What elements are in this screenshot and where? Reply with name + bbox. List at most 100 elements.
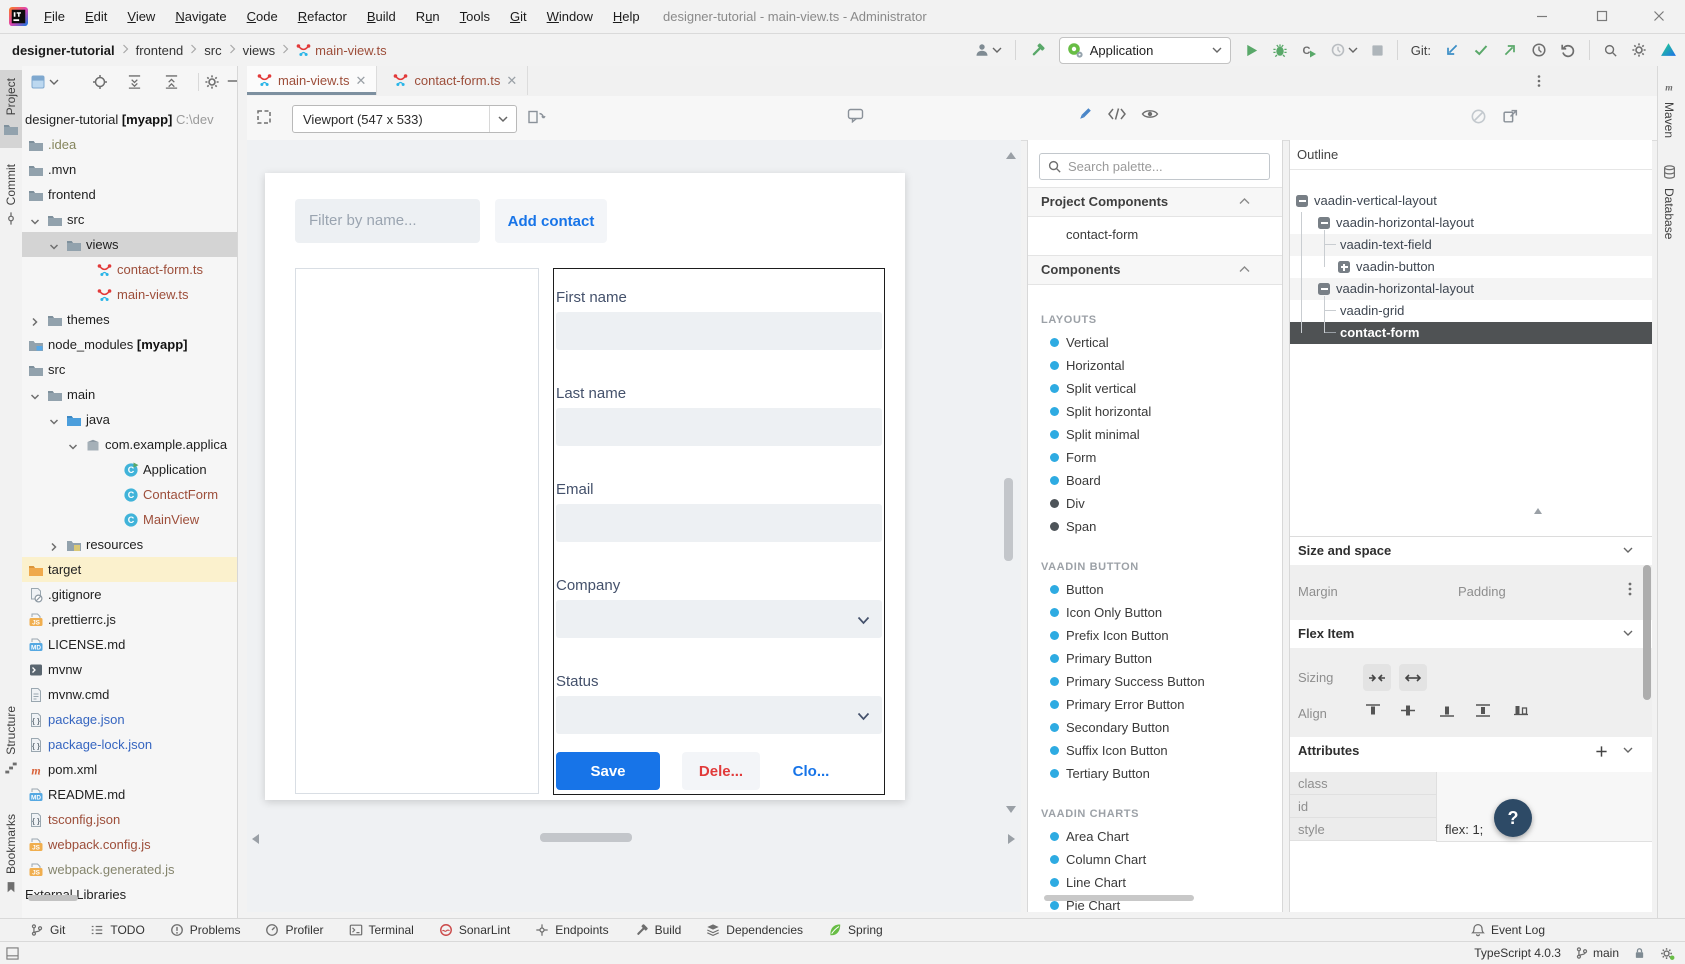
palette-item-board[interactable]: Board [1028,469,1282,492]
settings-gear-button[interactable] [1631,42,1647,58]
tool-window-button-endpoints[interactable]: Endpoints [535,923,608,937]
comment-bubble-icon[interactable] [847,107,864,123]
tree-item-java[interactable]: java [22,407,237,432]
outline-row-contact-form[interactable]: contact-form [1290,322,1652,344]
palette-item-horizontal[interactable]: Horizontal [1028,354,1282,377]
palette-item-div[interactable]: Div [1028,492,1282,515]
scroll-down-arrow[interactable] [1006,806,1016,813]
search-everywhere-button[interactable] [1603,43,1618,58]
attribute-name[interactable]: id [1290,795,1436,818]
tree-item-webpack.config.js[interactable]: JSwebpack.config.js [22,832,237,857]
outline-expand-icon[interactable] [1338,261,1350,273]
tool-window-button-sonarlint[interactable]: SonarLint [439,923,510,937]
attribute-value[interactable]: flex: 1; [1436,818,1652,842]
project-tree-hscrollbar[interactable] [28,895,78,901]
palette-item-span[interactable]: Span [1028,515,1282,538]
form-button-error[interactable]: Dele... [682,752,760,790]
palette-item-column-chart[interactable]: Column Chart [1028,848,1282,871]
scroll-left-arrow[interactable] [252,834,259,844]
field-input[interactable] [556,312,882,350]
breadcrumb-current-file[interactable]: main-view.ts [296,43,387,58]
tab-close-icon[interactable]: ✕ [356,73,367,89]
menu-edit[interactable]: Edit [75,0,117,33]
palette-item-suffix-icon-button[interactable]: Suffix Icon Button [1028,739,1282,762]
contact-form-selected[interactable]: First nameLast nameEmailCompanyStatus Sa… [553,268,885,795]
align-baseline-icon[interactable] [1512,703,1530,718]
outline-collapse-icon[interactable] [1318,283,1330,295]
tree-item-contact-form.ts[interactable]: contact-form.ts [22,257,237,282]
outline-row-vaadin-grid[interactable]: vaadin-grid [1290,300,1652,322]
tree-item-mvnw.cmd[interactable]: mvnw.cmd [22,682,237,707]
canvas-hscrollbar-thumb[interactable] [540,833,632,842]
section-size-and-space[interactable]: Size and space [1290,537,1652,565]
palette-item-form[interactable]: Form [1028,446,1282,469]
profiler-button[interactable] [1330,42,1358,58]
tool-window-button-event-log[interactable]: Event Log [1471,923,1545,937]
tab-close-icon[interactable]: ✕ [506,73,517,89]
user-profile-button[interactable] [974,42,1002,58]
typescript-version[interactable]: TypeScript 4.0.3 [1474,946,1561,960]
outline-collapse-icon[interactable] [1296,195,1308,207]
disabled-circle-icon[interactable] [1470,108,1487,125]
tree-item-views[interactable]: views [22,232,237,257]
breadcrumb-item[interactable]: src [204,43,221,58]
section-flex-item[interactable]: Flex Item [1290,620,1652,648]
rollback-button[interactable] [1560,42,1576,58]
attribute-value[interactable] [1436,772,1652,796]
align-stretch-icon[interactable] [1474,703,1492,718]
tree-item-ContactForm[interactable]: CContactForm [22,482,237,507]
attribute-name[interactable]: style [1290,818,1436,841]
menu-tools[interactable]: Tools [450,0,500,33]
tool-window-button-git[interactable]: Git [30,923,65,937]
tree-item-src[interactable]: src [22,357,237,382]
menu-refactor[interactable]: Refactor [288,0,357,33]
menu-help[interactable]: Help [603,0,650,33]
tree-item-src[interactable]: src [22,207,237,232]
tab-options-kebab-icon[interactable] [1532,74,1546,88]
palette-item-button[interactable]: Button [1028,578,1282,601]
help-fab-button[interactable]: ? [1494,799,1532,837]
run-with-coverage-button[interactable]: C [1301,42,1317,58]
menu-window[interactable]: Window [537,0,603,33]
tool-window-button-problems[interactable]: Problems [170,923,241,937]
maximize-button[interactable] [1579,0,1625,32]
align-bottom-icon[interactable] [1438,703,1456,718]
tree-item-LICENSE.md[interactable]: MDLICENSE.md [22,632,237,657]
expand-all-icon[interactable] [127,74,142,90]
preview-mode-eye-icon[interactable] [1141,107,1159,121]
tool-strip-tab-commit[interactable]: Commit [0,156,22,237]
tool-window-button-terminal[interactable]: Terminal [349,923,414,937]
build-hammer-icon[interactable] [1029,42,1046,59]
split-orientation-icon[interactable] [527,108,546,126]
field-input[interactable] [556,408,882,446]
canvas-vscrollbar-thumb[interactable] [1004,478,1013,561]
tree-item-pom.xml[interactable]: mpom.xml [22,757,237,782]
tree-item-MainView[interactable]: CMainView [22,507,237,532]
tool-window-button-profiler[interactable]: Profiler [265,923,323,937]
palette-search-input[interactable]: Search palette... [1039,153,1270,180]
tool-window-button-dependencies[interactable]: Dependencies [706,923,803,937]
tree-item-.mvn[interactable]: .mvn [22,157,237,182]
more-options-kebab-icon[interactable] [1624,581,1636,597]
git-update-button[interactable] [1444,42,1460,58]
field-select[interactable] [556,600,882,638]
editor-tab-contact-form.ts[interactable]: contact-form.ts✕ [383,66,528,95]
breadcrumb-item[interactable]: designer-tutorial [12,43,115,58]
run-configuration-select[interactable]: Application [1059,37,1231,64]
tool-strip-tab-database[interactable]: Database [1658,164,1680,239]
outline-collapse-icon[interactable] [1318,217,1330,229]
lock-icon[interactable] [1633,946,1646,960]
outline-row-vaadin-horizontal-layout[interactable]: vaadin-horizontal-layout [1290,278,1652,300]
section-attributes[interactable]: Attributes [1290,737,1652,765]
align-center-icon[interactable] [1399,703,1417,718]
margin-label[interactable]: Margin [1298,584,1338,599]
minimize-button[interactable] [1519,0,1565,32]
tree-item-designer-tutorial[interactable]: designer-tutorial [myapp] C:\dev [22,107,237,132]
tool-window-toggle-icon[interactable] [6,947,19,960]
git-branch-widget[interactable]: main [1575,946,1619,960]
section-project-components[interactable]: Project Components [1028,187,1282,217]
menu-run[interactable]: Run [406,0,450,33]
tree-item-webpack.generated.js[interactable]: JSwebpack.generated.js [22,857,237,882]
tool-window-button-todo[interactable]: TODO [90,923,144,937]
attribute-name[interactable]: class [1290,772,1436,795]
